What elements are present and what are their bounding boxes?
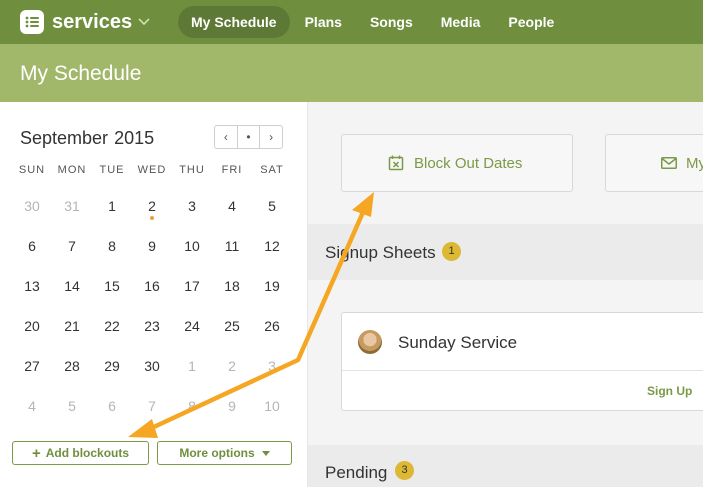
calendar-day[interactable]: 10 xyxy=(252,398,292,414)
calendar-day[interactable]: 2 xyxy=(212,358,252,374)
nav-my-schedule[interactable]: My Schedule xyxy=(178,6,290,38)
calendar-day[interactable]: 5 xyxy=(52,398,92,414)
add-blockouts-button[interactable]: + Add blockouts xyxy=(12,441,149,465)
app-switcher[interactable]: services xyxy=(20,9,152,35)
more-options-button[interactable]: More options xyxy=(157,441,292,465)
calendar-day[interactable]: 24 xyxy=(172,318,212,334)
calendar-day[interactable]: 7 xyxy=(52,238,92,254)
weekday-label: WED xyxy=(137,164,167,176)
add-blockouts-label: Add blockouts xyxy=(45,446,130,460)
calendar-day[interactable]: 16 xyxy=(132,278,172,294)
calendar-day[interactable]: 30 xyxy=(12,198,52,214)
calendar-year: 2015 xyxy=(114,128,155,148)
nav-plans[interactable]: Plans xyxy=(292,6,355,38)
calendar-day[interactable]: 5 xyxy=(252,198,292,214)
more-options-label: More options xyxy=(179,446,255,460)
title-bar: My Schedule xyxy=(0,44,703,102)
calendar-day[interactable]: 6 xyxy=(12,238,52,254)
calendar-day[interactable]: 4 xyxy=(12,398,52,414)
nav-songs[interactable]: Songs xyxy=(357,6,426,38)
calendar-day[interactable]: 27 xyxy=(12,358,52,374)
calendar-x-icon xyxy=(388,155,404,171)
calendar-day[interactable]: 9 xyxy=(132,238,172,254)
pending-header: Pending 3 xyxy=(308,445,703,487)
calendar-day[interactable]: 26 xyxy=(252,318,292,334)
block-out-dates-button[interactable]: Block Out Dates xyxy=(341,134,573,192)
second-action-label: My xyxy=(686,154,703,172)
calendar-day[interactable]: 4 xyxy=(212,198,252,214)
calendar-day[interactable]: 19 xyxy=(252,278,292,294)
calendar-day[interactable]: 3 xyxy=(252,358,292,374)
services-logo-icon xyxy=(20,10,44,34)
calendar-nav: ‹ • › xyxy=(214,125,283,149)
page-title: My Schedule xyxy=(20,62,142,85)
calendar-header: September 2015 xyxy=(20,128,154,149)
signup-service-name: Sunday Service xyxy=(398,333,518,352)
sign-up-link[interactable]: Sign Up xyxy=(647,384,692,398)
calendar-day[interactable]: 22 xyxy=(92,318,132,334)
app-name: services xyxy=(52,10,133,33)
calendar-day[interactable]: 28 xyxy=(52,358,92,374)
calendar-day[interactable]: 30 xyxy=(132,358,172,374)
main-nav: My Schedule Plans Songs Media People xyxy=(178,6,569,38)
calendar-day[interactable]: 20 xyxy=(12,318,52,334)
calendar-day[interactable]: 11 xyxy=(212,238,252,254)
weekday-label: SAT xyxy=(260,164,284,176)
weekday-label: FRI xyxy=(221,164,243,176)
signup-count-badge: 1 xyxy=(442,242,461,261)
weekday-label: SUN xyxy=(18,164,46,176)
card-divider xyxy=(342,370,703,371)
signup-sheets-title: Signup Sheets xyxy=(325,243,436,262)
main-content: Block Out Dates My Signup Sheets 1 Sunda… xyxy=(308,102,703,487)
signup-sheets-header: Signup Sheets 1 xyxy=(308,224,703,280)
calendar-day[interactable]: 10 xyxy=(172,238,212,254)
plus-icon: + xyxy=(31,444,41,462)
calendar-sidebar: September 2015 ‹ • › SUN MON TUE WED THU FRI SA… xyxy=(0,102,308,487)
weekday-label: TUE xyxy=(99,164,125,176)
top-nav: services My Schedule Plans Songs Media P… xyxy=(0,0,703,44)
calendar-day[interactable]: 31 xyxy=(52,198,92,214)
nav-media[interactable]: Media xyxy=(428,6,494,38)
calendar-day[interactable]: 25 xyxy=(212,318,252,334)
pending-count-badge: 3 xyxy=(395,461,414,480)
calendar-day[interactable]: 12 xyxy=(252,238,292,254)
next-month-button[interactable]: › xyxy=(259,126,282,148)
calendar-day[interactable]: 14 xyxy=(52,278,92,294)
envelope-icon xyxy=(661,157,677,169)
nav-people[interactable]: People xyxy=(495,6,567,38)
calendar-day[interactable]: 15 xyxy=(92,278,132,294)
calendar-day[interactable]: 18 xyxy=(212,278,252,294)
calendar-day[interactable]: 1 xyxy=(92,198,132,214)
signup-card: Sunday Service Sign Up xyxy=(341,312,703,411)
calendar-day[interactable]: 13 xyxy=(12,278,52,294)
prev-month-button[interactable]: ‹ xyxy=(215,126,237,148)
pending-title: Pending xyxy=(325,463,388,482)
today-button[interactable]: • xyxy=(236,126,260,148)
calendar-day[interactable]: 8 xyxy=(172,398,212,414)
calendar-day[interactable]: 23 xyxy=(132,318,172,334)
calendar-month: September xyxy=(20,128,109,148)
calendar-day[interactable]: 2 xyxy=(132,198,172,214)
chevron-down-icon xyxy=(138,15,152,29)
calendar-day[interactable]: 9 xyxy=(212,398,252,414)
calendar-day[interactable]: 3 xyxy=(172,198,212,214)
event-dot-icon xyxy=(150,216,154,220)
weekday-label: MON xyxy=(57,164,87,176)
calendar-day[interactable]: 6 xyxy=(92,398,132,414)
calendar-day[interactable]: 8 xyxy=(92,238,132,254)
calendar-day[interactable]: 1 xyxy=(172,358,212,374)
caret-down-icon xyxy=(261,450,270,456)
avatar xyxy=(358,330,382,354)
weekday-label: THU xyxy=(179,164,205,176)
calendar-day[interactable]: 21 xyxy=(52,318,92,334)
calendar-day[interactable]: 29 xyxy=(92,358,132,374)
calendar-day[interactable]: 7 xyxy=(132,398,172,414)
block-out-dates-label: Block Out Dates xyxy=(414,154,523,172)
calendar-day[interactable]: 17 xyxy=(172,278,212,294)
second-action-button[interactable]: My xyxy=(605,134,703,192)
